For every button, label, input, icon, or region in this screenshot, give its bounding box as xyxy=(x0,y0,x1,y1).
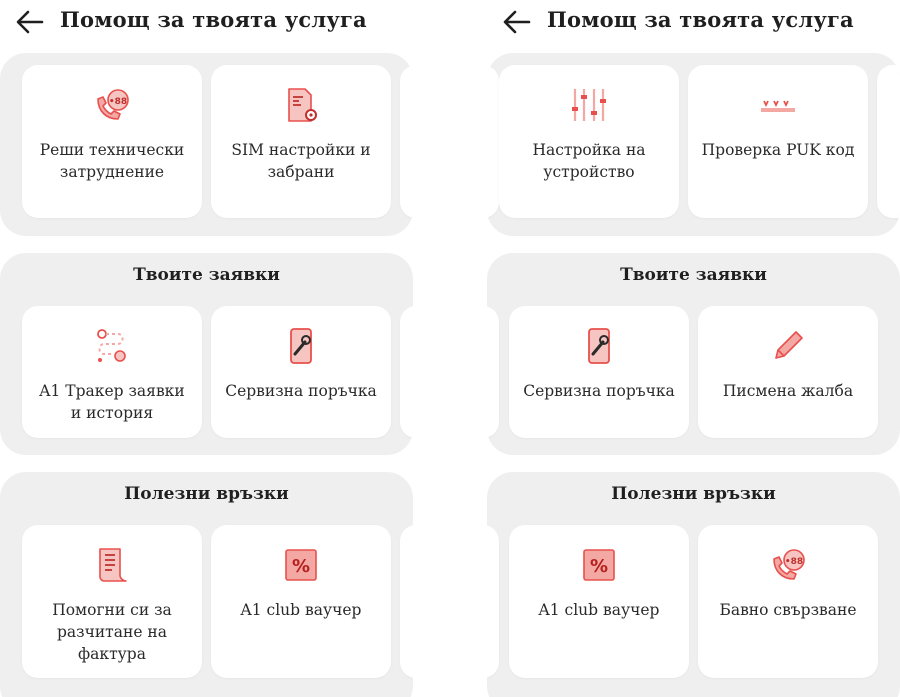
back-button[interactable] xyxy=(501,6,537,40)
section-title: Твоите заявки xyxy=(133,265,280,285)
card-sim-settings[interactable]: SIM настройки и забрани xyxy=(211,65,391,218)
card-offscreen[interactable] xyxy=(400,65,413,218)
section-title: Полезни връзки xyxy=(124,484,289,504)
card-offscreen[interactable] xyxy=(487,65,499,218)
requests-section: Твоите заявки Сервизна поръчка Писмена ж… xyxy=(487,253,900,455)
phone-repair-icon xyxy=(281,326,321,366)
arrow-left-icon xyxy=(16,10,44,34)
app-header: Помощ за твоята услуга xyxy=(0,0,413,48)
card-label: Сервизна поръчка xyxy=(225,382,377,400)
card-service-order[interactable]: Сервизна поръчка xyxy=(509,306,689,438)
card-label: A1 club ваучер xyxy=(538,601,660,619)
svg-text:•88: •88 xyxy=(785,557,803,567)
percent-voucher-icon: % xyxy=(281,545,321,585)
page-title: Помощ за твоята услуга xyxy=(60,7,367,32)
phone-repair-icon xyxy=(579,326,619,366)
percent-voucher-icon: % xyxy=(579,545,619,585)
pencil-icon xyxy=(768,326,808,366)
arrow-left-icon xyxy=(503,10,531,34)
help-screen-left: Помощ за твоята услуга •88 Реши техничес… xyxy=(0,0,413,697)
card-offscreen[interactable] xyxy=(400,525,413,678)
card-offscreen[interactable] xyxy=(400,306,413,438)
card-technical-issue[interactable]: •88 Реши технически затруднение xyxy=(22,65,202,218)
card-a1-club-voucher[interactable]: % A1 club ваучер xyxy=(509,525,689,678)
route-tracker-icon xyxy=(92,326,132,366)
sim-settings-icon xyxy=(281,85,321,125)
card-device-setup[interactable]: Настройка на устройство xyxy=(499,65,679,218)
phone-support-icon: •88 xyxy=(92,85,132,125)
requests-section: Твоите заявки A1 Тракер заявки и история xyxy=(0,253,413,455)
svg-text:•88: •88 xyxy=(109,97,127,107)
useful-links-section: Полезни връзки % A1 club ваучер •88 Бавн… xyxy=(487,472,900,697)
svg-text:%: % xyxy=(292,556,310,577)
card-written-complaint[interactable]: Писмена жалба xyxy=(698,306,878,438)
page-title: Помощ за твоята услуга xyxy=(547,7,854,32)
puk-code-icon xyxy=(758,85,798,125)
card-a1-club-voucher[interactable]: % A1 club ваучер xyxy=(211,525,391,678)
svg-text:%: % xyxy=(590,556,608,577)
useful-links-section: Полезни връзки Помогни си за разчитане н… xyxy=(0,472,413,697)
card-label: Настройка на устройство xyxy=(532,141,646,181)
card-label: Помогни си за разчитане на фактура xyxy=(52,601,172,663)
card-label: Бавно свързване xyxy=(719,601,857,619)
card-label: Проверка PUK код xyxy=(701,141,855,159)
card-service-order[interactable]: Сервизна поръчка xyxy=(211,306,391,438)
card-slow-connection[interactable]: •88 Бавно свързване xyxy=(698,525,878,678)
top-actions-section: •88 Реши технически затруднение SIM наст… xyxy=(0,53,413,236)
back-button[interactable] xyxy=(14,6,50,40)
card-label: SIM настройки и забрани xyxy=(231,141,371,181)
card-label: A1 Тракер заявки и история xyxy=(39,382,185,422)
section-title: Твоите заявки xyxy=(620,265,767,285)
card-offscreen[interactable] xyxy=(877,65,900,218)
card-label: Сервизна поръчка xyxy=(523,382,675,400)
card-label: A1 club ваучер xyxy=(240,601,362,619)
card-a1-tracker[interactable]: A1 Тракер заявки и история xyxy=(22,306,202,438)
app-header: Помощ за твоята услуга xyxy=(487,0,900,48)
top-actions-section: Настройка на устройство Проверка PUK код xyxy=(487,53,900,236)
card-puk-check[interactable]: Проверка PUK код xyxy=(688,65,868,218)
card-label: Реши технически затруднение xyxy=(39,141,185,181)
invoice-icon xyxy=(92,545,132,585)
card-invoice-help[interactable]: Помогни си за разчитане на фактура xyxy=(22,525,202,678)
card-offscreen[interactable] xyxy=(487,306,499,438)
card-label: Писмена жалба xyxy=(722,382,854,400)
section-title: Полезни връзки xyxy=(611,484,776,504)
phone-support-icon: •88 xyxy=(768,545,808,585)
help-screen-right: Помощ за твоята услуга Настройка на устр… xyxy=(487,0,900,697)
card-offscreen[interactable] xyxy=(487,525,499,678)
sliders-icon xyxy=(569,85,609,125)
